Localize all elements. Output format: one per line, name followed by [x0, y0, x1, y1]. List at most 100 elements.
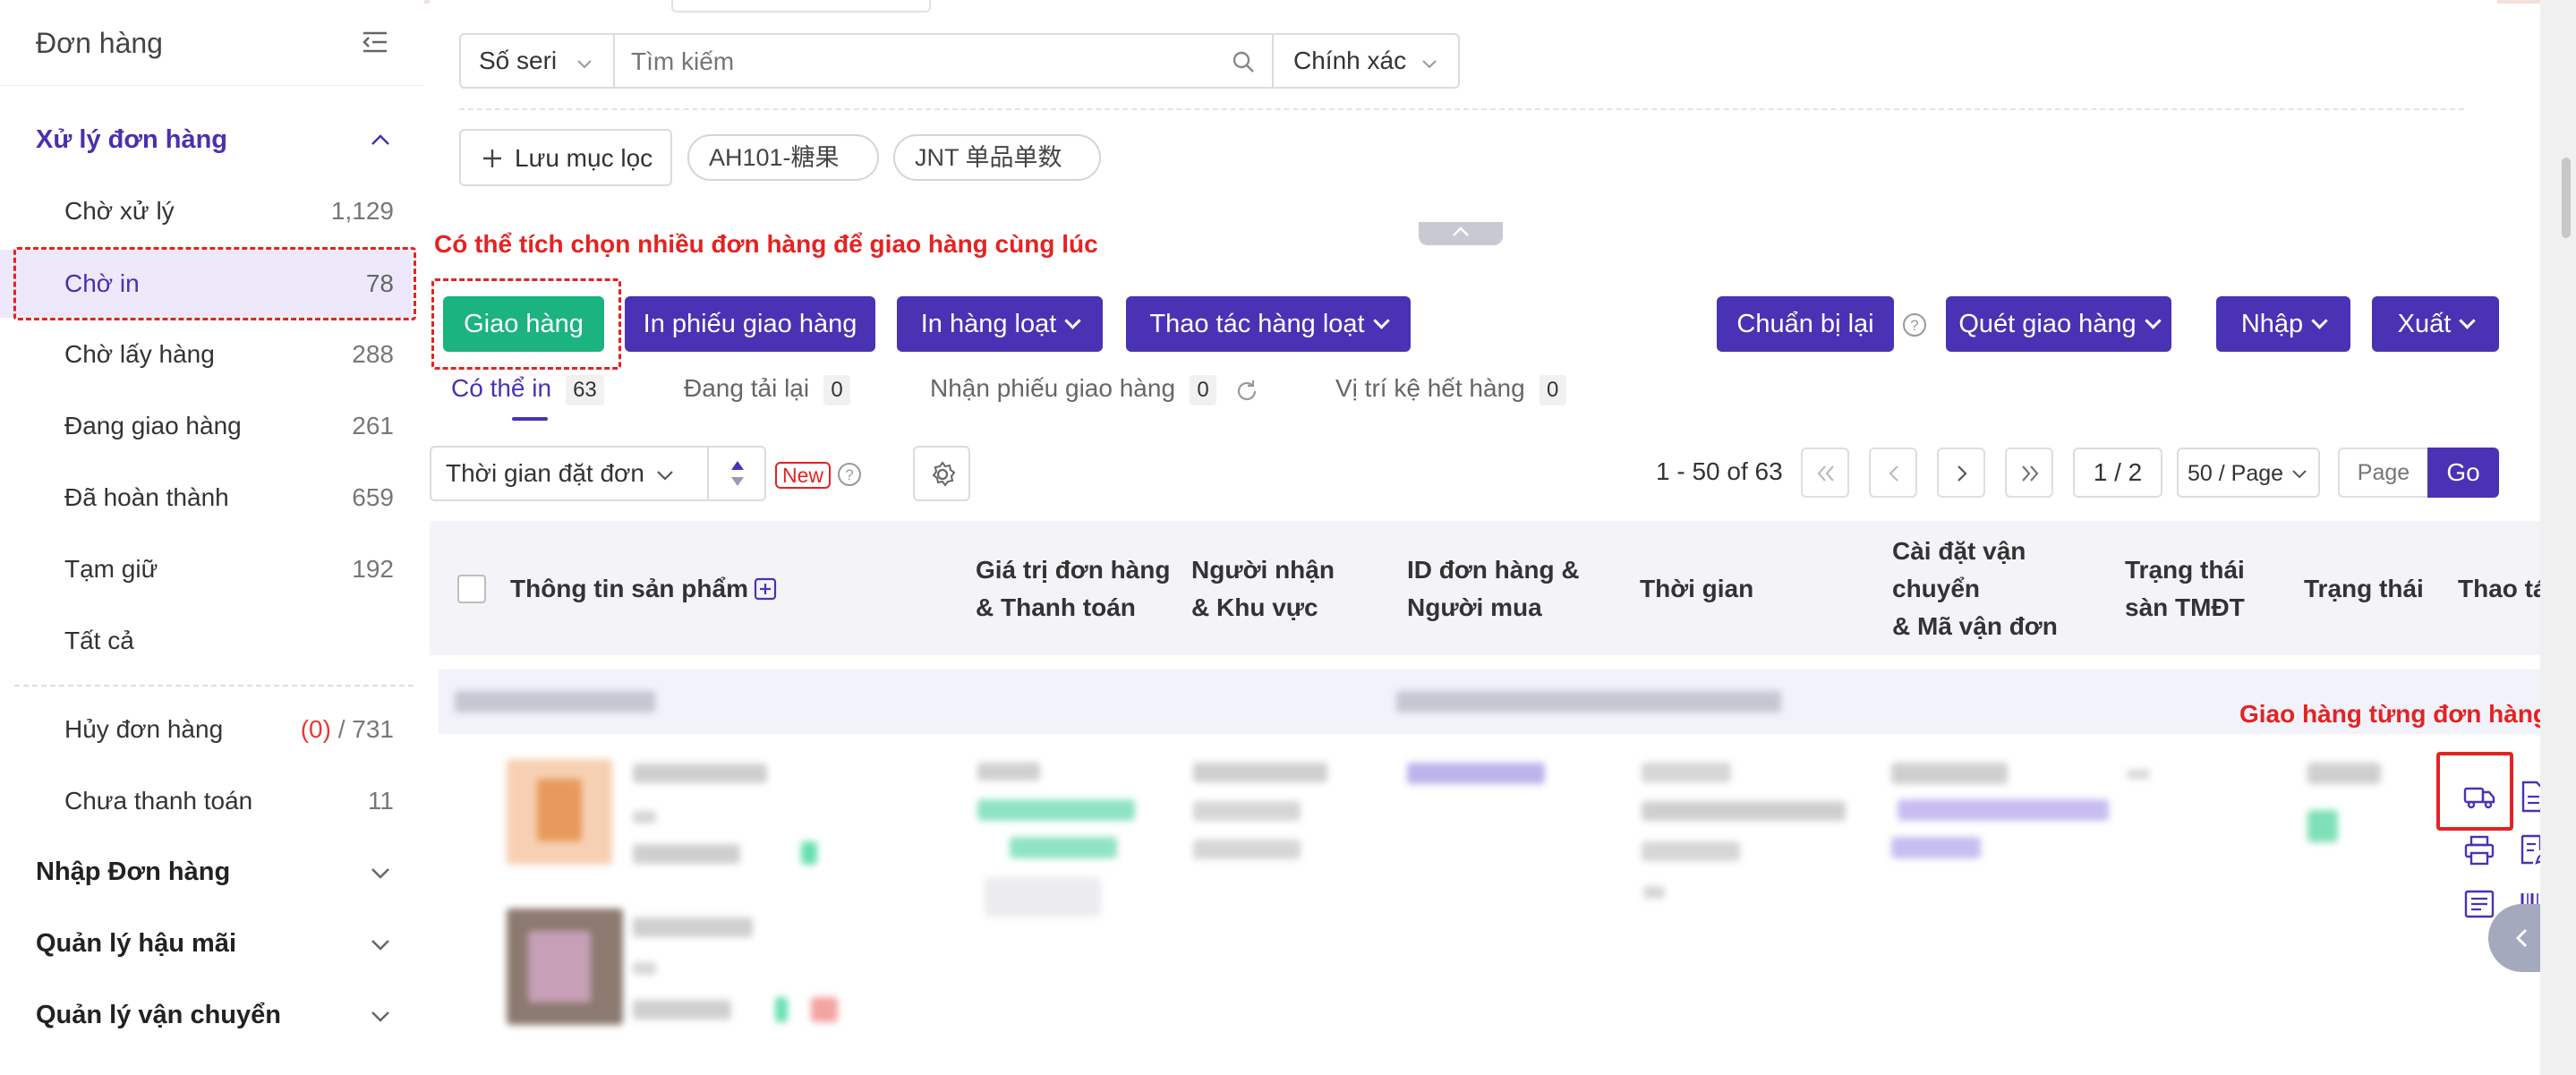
filter-separator [459, 108, 2464, 110]
next-page-button[interactable] [1937, 448, 1985, 498]
chevron-down-icon [657, 471, 673, 481]
bulk-print-dropdown[interactable]: In hàng loạt [897, 296, 1103, 352]
sidebar-section-shipping[interactable]: Quản lý vận chuyển [36, 1001, 281, 1030]
chevron-down-icon [1064, 312, 1081, 329]
sidebar-item-count: 1,129 [330, 197, 394, 225]
chevron-down-icon[interactable] [367, 859, 394, 886]
redacted-text [2307, 763, 2381, 784]
last-page-button[interactable] [2005, 448, 2053, 498]
go-button[interactable]: Go [2427, 448, 2499, 498]
product-thumbnail-detail [537, 779, 582, 841]
saved-filter-chip[interactable]: JNT 单品单数 [893, 134, 1101, 181]
sidebar: Đơn hàng Xử lý đơn hàng Chờ xử lý 1,129 … [0, 0, 424, 1075]
prepare-again-button[interactable]: Chuẩn bị lại [1717, 296, 1894, 352]
chevron-down-icon[interactable] [367, 931, 394, 958]
annotation-highlight-single-ship [2436, 752, 2513, 831]
cancel-total-count: / 731 [337, 715, 394, 743]
scrollbar-thumb[interactable] [2562, 158, 2571, 238]
sort-direction-toggle[interactable] [707, 446, 766, 501]
redacted-order-id[interactable] [1407, 763, 1545, 784]
search-field-select[interactable]: Số seri [459, 33, 615, 89]
redacted-text [1193, 801, 1301, 821]
redacted-tag [775, 997, 788, 1022]
search-field-select-value: Số seri [479, 47, 558, 74]
new-badge: New [775, 462, 832, 489]
sidebar-item-pending[interactable]: Chờ xử lý 1,129 [0, 177, 412, 245]
redacted-text [1642, 763, 1731, 782]
collapse-menu-icon[interactable] [360, 29, 390, 55]
chevron-left-icon [2515, 928, 2528, 948]
search-icon[interactable] [1231, 49, 1256, 74]
tab-count: 0 [1539, 375, 1566, 405]
export-dropdown[interactable]: Xuất [2372, 296, 2499, 352]
print-delivery-button[interactable]: In phiếu giao hàng [625, 296, 875, 352]
per-page-select[interactable]: 50 / Page [2177, 448, 2320, 498]
product-thumbnail-detail [528, 931, 591, 1002]
scan-ship-label: Quét giao hàng [1958, 310, 2137, 338]
search-input[interactable] [631, 44, 1204, 80]
receipt-list-icon[interactable] [2461, 886, 2497, 922]
expand-plus-icon[interactable] [754, 577, 777, 601]
redacted-text [633, 917, 753, 937]
page-jump-input[interactable] [2338, 448, 2429, 498]
th-line: Người nhận [1191, 556, 1335, 584]
redacted-text [1643, 886, 1665, 899]
hidden-field-edge [671, 0, 931, 13]
th-line: Cài đặt vận [1892, 537, 2026, 565]
saved-filter-chip[interactable]: AH101-糖果 [687, 134, 879, 181]
bulk-ops-dropdown[interactable]: Thao tác hàng loạt [1126, 296, 1411, 352]
prev-page-button[interactable] [1869, 448, 1917, 498]
refresh-icon[interactable] [1233, 378, 1260, 405]
sort-field-select[interactable]: Thời gian đặt đơn [430, 446, 709, 501]
th-line: Trạng thái [2125, 556, 2245, 584]
help-icon[interactable]: ? [1901, 311, 1928, 338]
tab-reloading[interactable]: Đang tải lại 0 [684, 374, 851, 405]
redacted-text [1642, 801, 1846, 821]
help-icon[interactable]: ? [836, 461, 863, 488]
column-settings-button[interactable] [913, 446, 970, 501]
table-row[interactable] [430, 734, 2540, 1075]
import-dropdown[interactable]: Nhập [2216, 296, 2350, 352]
search-input-wrap[interactable] [613, 33, 1274, 89]
chevron-down-icon [2311, 312, 2328, 329]
tab-printable[interactable]: Có thể in 63 [451, 374, 604, 405]
collapse-filter-tab[interactable] [1419, 222, 1503, 245]
import-label: Nhập [2240, 310, 2304, 338]
th-line: & Khu vực [1191, 593, 1318, 621]
sidebar-item-label: Hủy đơn hàng [64, 715, 224, 743]
sidebar-item-on-hold[interactable]: Tạm giữ 192 [0, 535, 412, 603]
chevron-up-icon[interactable] [367, 127, 394, 154]
redacted-tracking[interactable] [1898, 799, 2109, 821]
sidebar-item-cancelled[interactable]: Hủy đơn hàng (0) / 731 [0, 695, 412, 764]
tab-label: Đang tải lại [684, 374, 810, 402]
sidebar-item-unpaid[interactable]: Chưa thanh toán 11 [0, 767, 412, 835]
match-mode-select[interactable]: Chính xác [1272, 33, 1460, 89]
chevron-right-icon [1958, 465, 1967, 482]
th-recipient: Người nhận & Khu vực [1191, 551, 1335, 627]
sidebar-section-import[interactable]: Nhập Đơn hàng [36, 857, 230, 887]
redacted-text [633, 1000, 731, 1020]
tab-out-of-stock-shelf[interactable]: Vị trí kệ hết hàng 0 [1335, 374, 1566, 405]
tab-count: 0 [823, 375, 851, 405]
th-order-value: Giá trị đơn hàng & Thanh toán [976, 551, 1170, 627]
sidebar-section-after-sales[interactable]: Quản lý hậu mãi [36, 929, 236, 959]
tab-label: Vị trí kệ hết hàng [1335, 374, 1525, 402]
sidebar-item-completed[interactable]: Đã hoàn thành 659 [0, 464, 412, 532]
sidebar-item-to-pickup[interactable]: Chờ lấy hàng 288 [0, 320, 412, 388]
chevron-down-icon[interactable] [367, 1002, 394, 1029]
chevron-down-icon [577, 60, 592, 69]
select-all-checkbox[interactable] [457, 575, 486, 603]
redacted-tracking[interactable] [1891, 837, 1981, 858]
scrollbar-track[interactable] [2540, 0, 2576, 1075]
sidebar-item-label: Đã hoàn thành [64, 483, 229, 511]
sidebar-item-shipping[interactable]: Đang giao hàng 261 [0, 392, 412, 460]
tab-receive-delivery[interactable]: Nhận phiếu giao hàng 0 [930, 374, 1217, 405]
sidebar-item-count: 659 [352, 483, 394, 511]
scan-ship-dropdown[interactable]: Quét giao hàng [1946, 296, 2171, 352]
sidebar-item-all[interactable]: Tất cả [0, 607, 412, 675]
save-filter-button[interactable]: Lưu mục lọc [459, 129, 672, 186]
sidebar-section-processing[interactable]: Xử lý đơn hàng [36, 125, 227, 155]
first-page-button[interactable] [1801, 448, 1849, 498]
printer-icon[interactable] [2461, 832, 2497, 868]
annotation-highlight-to-print [13, 247, 416, 320]
